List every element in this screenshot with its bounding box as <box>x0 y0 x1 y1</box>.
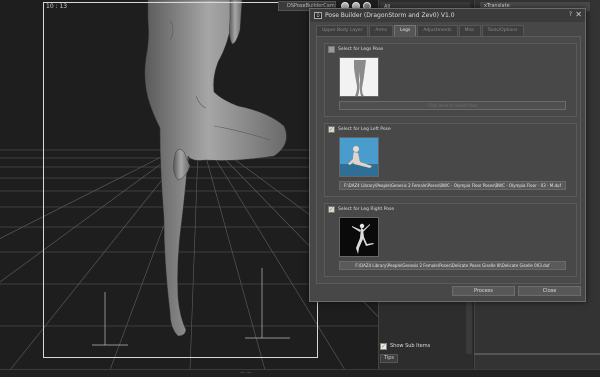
tab-upper-body[interactable]: Upper Body Layer <box>316 25 369 36</box>
legs-thumbnail-image <box>354 60 366 96</box>
checkbox-unchecked-icon[interactable] <box>328 46 335 53</box>
app-window: 10 : 13 DSPoseBuilderCam... All xTransla… <box>0 0 600 377</box>
help-icon[interactable]: ? <box>569 11 572 18</box>
legs-pose-label: Select for Legs Pose <box>338 47 384 52</box>
legs-tab-panel: Select for Legs Pose Click Here to Selec… <box>316 36 581 284</box>
dialog-tabs: Upper Body Layer Arms Legs Adjustments M… <box>316 25 525 36</box>
dialog-title: Pose Builder (DragonStorm and Zev0) V1.0 <box>325 12 455 19</box>
leg-left-pose-path-button[interactable]: F:\DAZ4 Library\People\Genesis 2 Female\… <box>339 181 566 190</box>
show-sub-items-toggle[interactable]: ✓ Show Sub Items <box>380 341 430 351</box>
checkbox-checked-icon[interactable]: ✓ <box>328 126 335 133</box>
leg-left-pose-toggle[interactable]: ✓ Select for Leg Left Pose <box>328 126 391 133</box>
tab-tips[interactable]: Tips <box>380 354 398 363</box>
show-sub-items-label: Show Sub Items <box>390 343 431 349</box>
leg-right-pose-group: ✓ Select for Leg Right Pose F:\DAZ4 Libr… <box>324 203 577 277</box>
tab-legs[interactable]: Legs <box>393 25 417 36</box>
legs-pose-path-button[interactable]: Click Here to Select Pose <box>339 101 566 110</box>
leg-left-pose-group: ✓ Select for Leg Left Pose F:\DAZ4 Libra… <box>324 123 577 197</box>
leg-right-pose-label: Select for Leg Right Pose <box>338 207 395 212</box>
close-icon[interactable]: ✕ <box>575 10 582 20</box>
legs-pose-toggle[interactable]: Select for Legs Pose <box>328 46 383 53</box>
panel-divider <box>474 353 600 355</box>
leg-right-pose-path-button[interactable]: F:\DAZ4 Library\People\Genesis 2 Female\… <box>339 261 566 270</box>
tab-misc[interactable]: Misc <box>458 25 481 36</box>
tab-tools-options[interactable]: Tools/Options <box>481 25 524 36</box>
legs-thumbnail <box>339 57 379 97</box>
daz-logo-icon: D <box>314 12 322 19</box>
dialog-titlebar[interactable]: D Pose Builder (DragonStorm and Zev0) V1… <box>310 9 585 22</box>
legs-pose-group: Select for Legs Pose Click Here to Selec… <box>324 43 577 117</box>
sitting-pose-thumbnail-image <box>340 138 378 176</box>
ballet-pose-thumbnail-image <box>352 223 374 254</box>
checkbox-checked-icon[interactable]: ✓ <box>380 342 387 350</box>
process-button[interactable]: Process <box>452 286 515 296</box>
ballet-pose-thumbnail <box>339 217 379 257</box>
pose-builder-dialog: D Pose Builder (DragonStorm and Zev0) V1… <box>309 8 586 302</box>
tab-adjustments[interactable]: Adjustments <box>417 25 458 36</box>
leg-left-pose-label: Select for Leg Left Pose <box>338 127 391 132</box>
sitting-pose-thumbnail <box>339 137 379 177</box>
status-bar: — — <box>0 369 600 377</box>
leg-right-pose-toggle[interactable]: ✓ Select for Leg Right Pose <box>328 206 394 213</box>
checkbox-checked-icon[interactable]: ✓ <box>328 206 335 213</box>
tab-arms[interactable]: Arms <box>369 25 393 36</box>
close-button[interactable]: Close <box>518 286 581 296</box>
render-frame <box>43 2 318 358</box>
frame-counter: 10 : 13 <box>46 3 68 10</box>
